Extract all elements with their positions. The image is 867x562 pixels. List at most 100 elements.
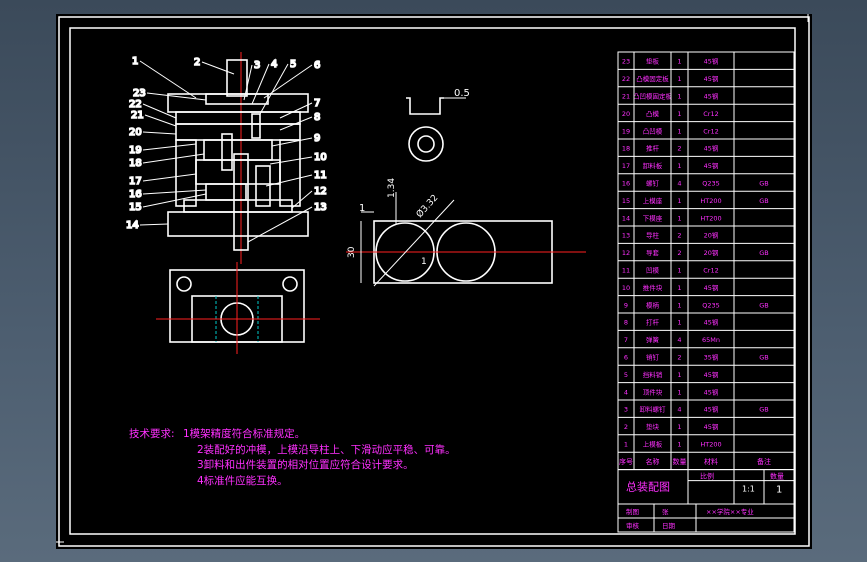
bom-cell: 1 [677, 388, 681, 396]
bom-cell: 凸模固定板 [636, 74, 669, 83]
part-label-18: 18 [129, 158, 142, 169]
bom-cell: 下模座 [643, 213, 663, 222]
meta-label: 比例 [700, 472, 714, 481]
guide-hole-right [282, 276, 298, 292]
leader-line [259, 63, 289, 115]
part-label-17: 17 [129, 176, 142, 187]
bom-cell: 22 [622, 75, 630, 83]
lower-die-seat [167, 211, 309, 237]
part-label-22: 22 [129, 99, 142, 110]
bom-cell: 6 [624, 354, 628, 362]
note-line-3: 3卸料和出件装置的相对位置应符合设计要求。 [197, 458, 414, 471]
bom-cell: 1 [677, 301, 681, 309]
technical-notes: 技术要求: 1模架精度符合标准规定。 2装配好的冲模，上模沿导柱上、下滑动应平稳… [129, 427, 456, 487]
bom-cell: 2 [624, 423, 628, 431]
bom-cell: 4 [677, 406, 681, 414]
bom-cell: 螺钉 [646, 179, 660, 188]
bom-cell: 垫块 [646, 422, 660, 431]
bom-cell: 1 [677, 75, 681, 83]
bom-cell: Q235 [702, 180, 720, 188]
bom-cell: 1 [677, 319, 681, 327]
part-label-16: 16 [129, 189, 142, 200]
bom-cell: 45钢 [704, 319, 719, 327]
leader-line [142, 131, 177, 135]
bom-cell: 20钢 [704, 249, 719, 257]
bom-cell: 45钢 [704, 58, 719, 66]
bom-cell: 1 [677, 284, 681, 292]
part-label-15: 15 [129, 202, 142, 213]
leader-line [142, 173, 197, 182]
bom-cell: 11 [622, 267, 630, 275]
bom-cell: 20钢 [704, 232, 719, 240]
part-label-14: 14 [126, 220, 139, 231]
bom-cell: 导套 [646, 248, 660, 257]
backing-plate [175, 111, 301, 125]
bom-cell: GB [759, 249, 769, 257]
bom-cell: 1 [677, 110, 681, 118]
bom-cell: 1 [677, 267, 681, 275]
bom-cell: 45钢 [704, 93, 719, 101]
bom-cell: 15 [622, 197, 630, 205]
drawing-title: 总装配图 [626, 480, 670, 494]
bom-cell: 顶件块 [643, 387, 663, 396]
leader-line [291, 190, 313, 209]
dim-left-gap: 1 [359, 203, 365, 214]
bom-cell: 65Mn [702, 336, 720, 344]
note-line-1: 1模架精度符合标准规定。 [183, 427, 305, 440]
die-block [195, 159, 281, 185]
bom-cell: 16 [622, 180, 630, 188]
notes-heading: 技术要求: [129, 427, 175, 440]
sign-check: 审核 [626, 521, 640, 530]
dim-width: 30 [347, 246, 357, 258]
bom-cell: 45钢 [704, 406, 719, 414]
part-section [406, 97, 444, 115]
part-label-11: 11 [314, 170, 327, 181]
bom-cell: 凹模 [646, 266, 660, 275]
part-label-8: 8 [314, 112, 320, 123]
part-label-6: 6 [314, 60, 320, 71]
note-line-2: 2装配好的冲模，上模沿导柱上、下滑动应平稳、可靠。 [197, 443, 456, 456]
strip-layout-view [346, 192, 586, 287]
scale-value: 1:1 [742, 485, 755, 494]
bom-cell: 4 [624, 388, 628, 396]
bom-cell: 5 [624, 371, 628, 379]
stripper-plate [203, 139, 273, 161]
meta-label: 数量 [770, 472, 784, 481]
bom-cell: 45钢 [704, 145, 719, 153]
bom-cell: 3 [624, 406, 628, 414]
bom-cell: 18 [622, 145, 630, 153]
bom-cell: 推杆 [646, 144, 660, 153]
bom-cell: GB [759, 180, 769, 188]
drawing-sheet: 1 2 3 4 5 6 7 8 9 10 11 12 13 14 15 16 17 18 19 20 21 22 23 0.… [56, 14, 812, 549]
bom-cell: 13 [622, 232, 630, 240]
leader-lines [139, 60, 313, 243]
bom-cell: 1 [677, 197, 681, 205]
bom-cell: 12 [622, 249, 630, 257]
bom-cell: 1 [677, 423, 681, 431]
part-label-21: 21 [131, 110, 144, 121]
part-outer-circle [408, 126, 444, 162]
bom-cell: 2 [677, 354, 681, 362]
guide-hole-left [176, 276, 192, 292]
part-label-9: 9 [314, 133, 320, 144]
bom-cell: 上模座 [643, 196, 663, 205]
sheet-qty: 1 [776, 485, 782, 496]
leader-line [265, 174, 313, 187]
stop-pin [251, 113, 261, 139]
bom-cell: 7 [624, 336, 628, 344]
part-view [406, 97, 466, 162]
bom-cell: 2 [677, 249, 681, 257]
bom-cell: 45钢 [704, 75, 719, 83]
bom-cell: 销钉 [646, 353, 660, 362]
dim-diameter: Ø3.32 [414, 192, 440, 220]
leader-line [139, 60, 197, 99]
bom-cell: 23 [622, 58, 630, 66]
bom-cell: 1 [677, 214, 681, 222]
bom-cell: 21 [622, 93, 630, 101]
bom-cell: 45钢 [704, 284, 719, 292]
bom-cell: 9 [624, 301, 628, 309]
left-guide-post [175, 139, 197, 207]
lower-plate [183, 199, 293, 213]
bom-cell: 上模板 [643, 440, 663, 449]
cad-viewport[interactable]: 1 2 3 4 5 6 7 8 9 10 11 12 13 14 15 16 17 18 19 20 21 22 23 0.… [0, 0, 867, 562]
